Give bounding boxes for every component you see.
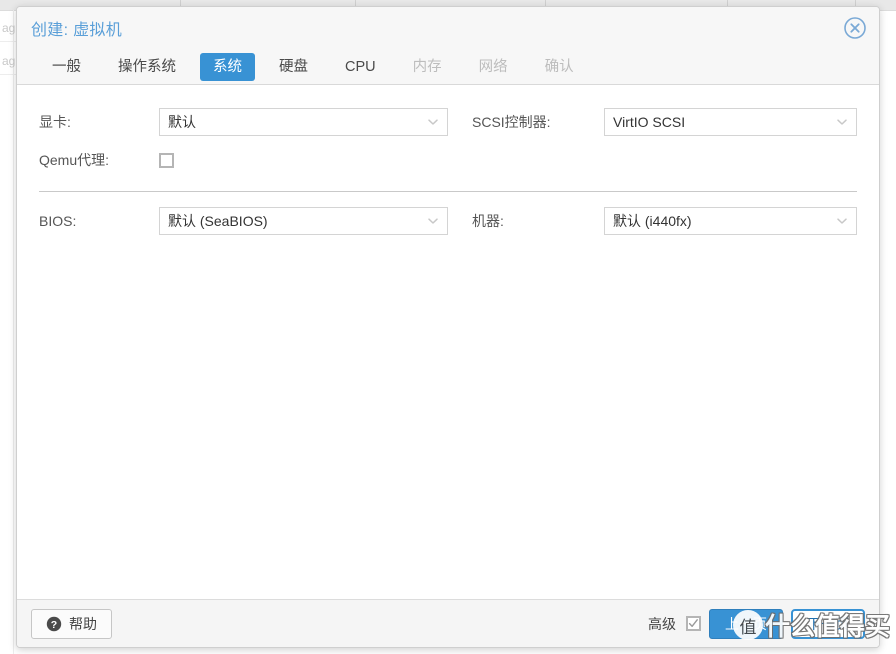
footer-actions: 高级 上一页 下一页 xyxy=(648,608,865,639)
field-graphic-card: 显卡: 默认 xyxy=(39,103,448,141)
qemu-agent-label: Qemu代理: xyxy=(39,152,110,168)
tab-confirm: 确认 xyxy=(544,58,574,75)
chevron-down-icon xyxy=(835,214,849,228)
bios-label: BIOS: xyxy=(39,213,77,229)
create-vm-dialog: 创建: 虚拟机 一般 操作系统 系统 硬盘 CPU 内存 网络 确认 显卡: 默… xyxy=(16,6,880,648)
chevron-down-icon xyxy=(835,115,849,129)
form-column-right-2: 机器: 默认 (i440fx) xyxy=(448,202,857,240)
scsi-controller-select[interactable]: VirtIO SCSI xyxy=(604,108,857,136)
form-column-left-2: BIOS: 默认 (SeaBIOS) xyxy=(39,202,448,240)
scsi-controller-value: VirtIO SCSI xyxy=(613,114,686,130)
tab-memory: 内存 xyxy=(412,58,442,75)
machine-label: 机器: xyxy=(472,213,504,229)
machine-value: 默认 (i440fx) xyxy=(613,213,692,229)
dialog-title: 创建: 虚拟机 xyxy=(31,22,122,39)
back-button[interactable]: 上一页 xyxy=(709,608,783,639)
chevron-down-icon xyxy=(426,115,440,129)
tab-system[interactable]: 系统 xyxy=(200,52,255,81)
field-scsi-controller: SCSI控制器: VirtIO SCSI xyxy=(472,103,857,141)
field-machine: 机器: 默认 (i440fx) xyxy=(472,202,857,240)
form-row-group-bottom: BIOS: 默认 (SeaBIOS) 机器: 默认 (i440fx) xyxy=(39,202,857,240)
chevron-down-icon xyxy=(426,214,440,228)
field-bios: BIOS: 默认 (SeaBIOS) xyxy=(39,202,448,240)
graphic-card-label: 显卡: xyxy=(39,114,71,130)
tab-cpu[interactable]: CPU xyxy=(332,53,389,81)
machine-select[interactable]: 默认 (i440fx) xyxy=(604,207,857,235)
tab-general[interactable]: 一般 xyxy=(39,53,94,81)
dialog-footer: ? 帮助 高级 上一页 下一页 xyxy=(17,599,879,647)
field-qemu-agent: Qemu代理: xyxy=(39,141,448,179)
tab-os[interactable]: 操作系统 xyxy=(105,53,189,81)
svg-text:?: ? xyxy=(51,618,57,630)
next-button[interactable]: 下一页 xyxy=(791,608,865,639)
advanced-checkbox[interactable] xyxy=(686,616,701,631)
form-row-group-top: 显卡: 默认 Qemu代理: SCSI控制器: VirtIO SCSI xyxy=(39,103,857,179)
graphic-card-value: 默认 xyxy=(168,114,196,130)
scsi-controller-label: SCSI控制器: xyxy=(472,114,551,130)
dialog-tab-bar: 一般 操作系统 系统 硬盘 CPU 内存 网络 确认 xyxy=(17,49,879,85)
dialog-body: 显卡: 默认 Qemu代理: SCSI控制器: VirtIO SCSI BIOS… xyxy=(17,85,879,599)
advanced-label: 高级 xyxy=(648,615,676,632)
question-mark-circle-icon: ? xyxy=(46,616,62,632)
bios-value: 默认 (SeaBIOS) xyxy=(168,213,268,229)
form-column-left: 显卡: 默认 Qemu代理: xyxy=(39,103,448,179)
help-button-label: 帮助 xyxy=(69,615,97,632)
form-section-divider xyxy=(39,191,857,192)
tab-hard-disk[interactable]: 硬盘 xyxy=(266,53,321,81)
background-divider xyxy=(13,10,14,654)
bios-select[interactable]: 默认 (SeaBIOS) xyxy=(159,207,448,235)
form-column-right: SCSI控制器: VirtIO SCSI xyxy=(448,103,857,179)
graphic-card-select[interactable]: 默认 xyxy=(159,108,448,136)
tab-network: 网络 xyxy=(478,58,508,75)
dialog-title-bar: 创建: 虚拟机 xyxy=(17,7,879,49)
close-circle-icon[interactable] xyxy=(843,16,867,40)
qemu-agent-checkbox[interactable] xyxy=(159,152,174,168)
help-button[interactable]: ? 帮助 xyxy=(31,608,112,639)
